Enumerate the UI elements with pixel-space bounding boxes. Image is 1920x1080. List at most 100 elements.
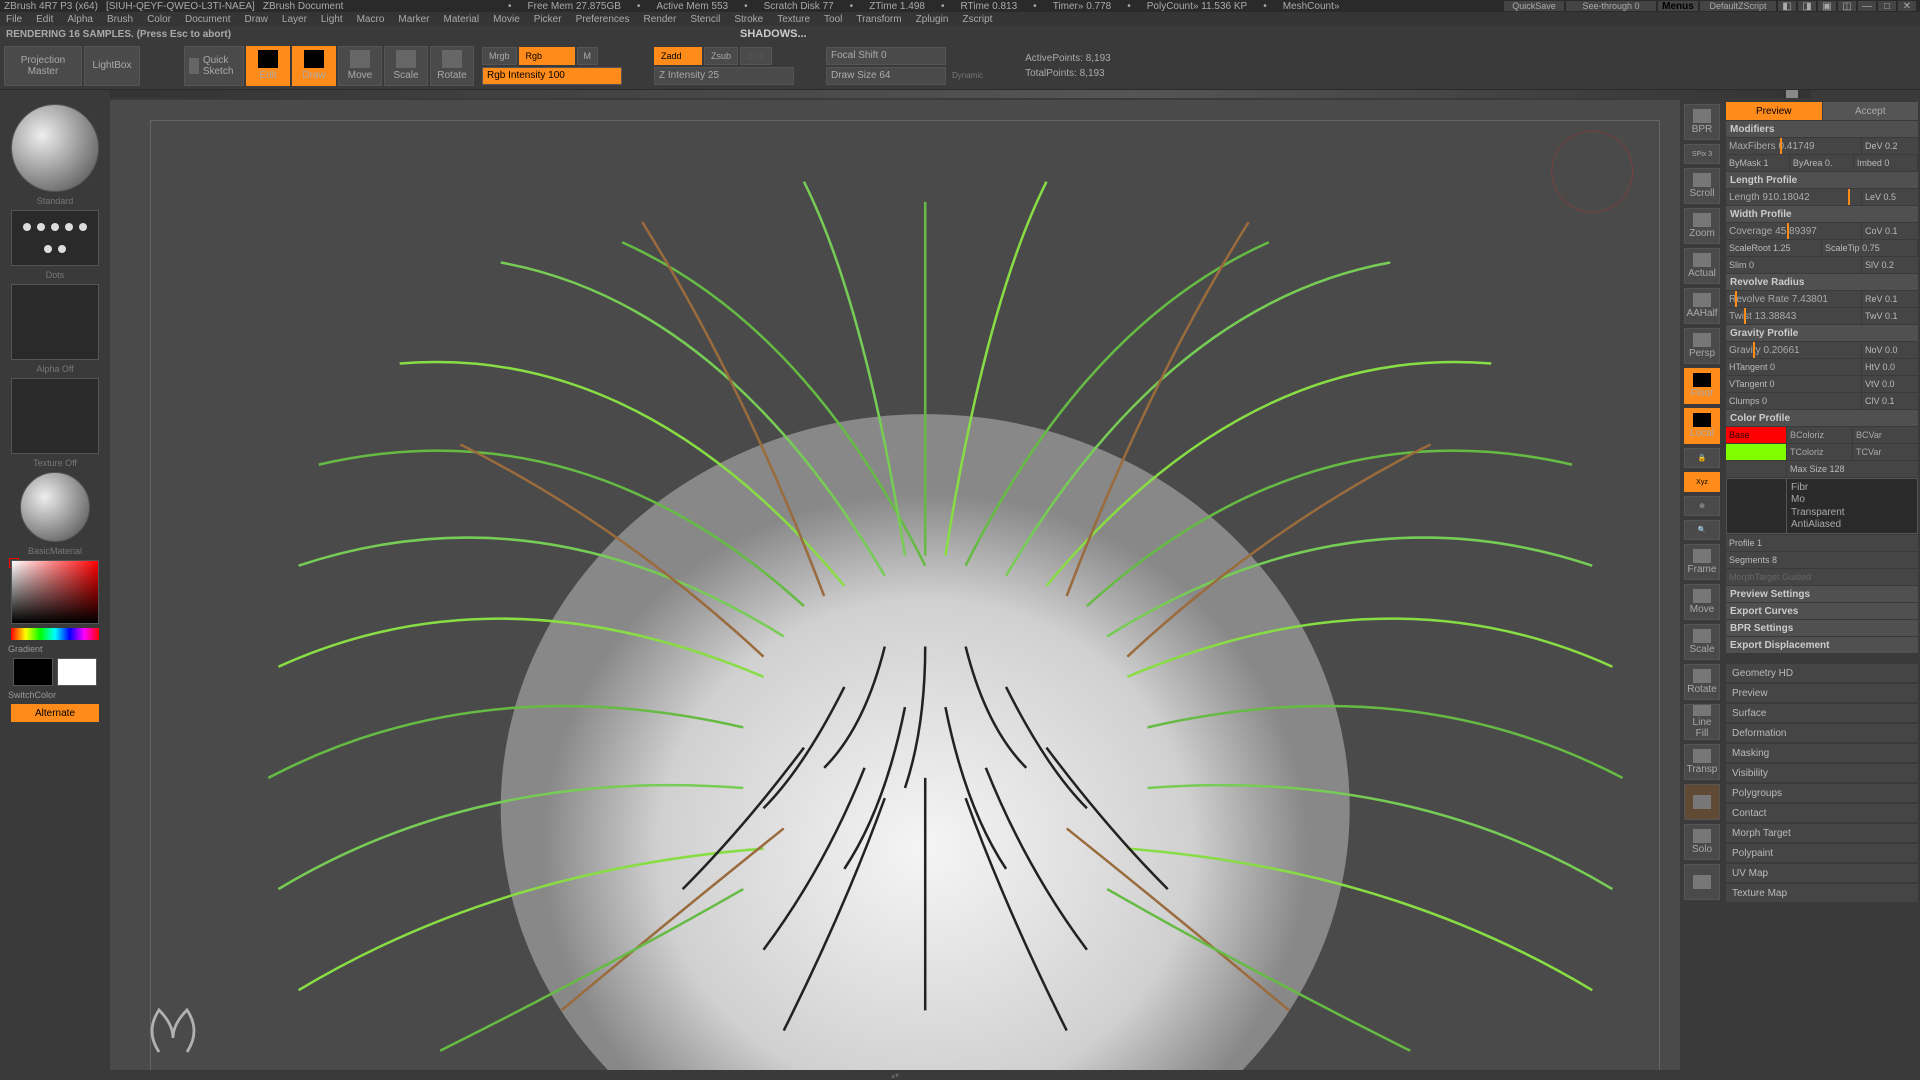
bprsettings-header[interactable]: BPR Settings bbox=[1726, 620, 1918, 636]
actual-button[interactable]: Actual bbox=[1684, 248, 1720, 284]
scroll-button[interactable]: Scroll bbox=[1684, 168, 1720, 204]
maximize-button[interactable]: □ bbox=[1878, 1, 1896, 11]
section-surface[interactable]: Surface bbox=[1726, 704, 1918, 722]
twv-slider[interactable]: TwV 0.1 bbox=[1862, 308, 1918, 324]
cov-slider[interactable]: CoV 0.1 bbox=[1862, 223, 1918, 239]
exportcurves-header[interactable]: Export Curves bbox=[1726, 603, 1918, 619]
mrgb-chip[interactable]: Mrgb bbox=[482, 47, 517, 65]
bpr-button[interactable]: BPR bbox=[1684, 104, 1720, 140]
slim-slider[interactable]: Slim 0 bbox=[1726, 257, 1861, 273]
exportdisp-header[interactable]: Export Displacement bbox=[1726, 637, 1918, 653]
coverage-slider[interactable]: Coverage 45.89397 bbox=[1726, 223, 1861, 239]
rgb-intensity-slider[interactable]: Rgb Intensity 100 bbox=[482, 67, 622, 85]
menu-render[interactable]: Render bbox=[644, 14, 677, 25]
solo-button[interactable]: Solo bbox=[1684, 824, 1720, 860]
local-button[interactable]: Local bbox=[1684, 408, 1720, 444]
menu-light[interactable]: Light bbox=[321, 14, 343, 25]
revolverate-slider[interactable]: Revolve Rate 7.43801 bbox=[1726, 291, 1861, 307]
section-masking[interactable]: Masking bbox=[1726, 744, 1918, 762]
tip-color[interactable] bbox=[1726, 444, 1786, 460]
menu-material[interactable]: Material bbox=[444, 14, 480, 25]
menu-alpha[interactable]: Alpha bbox=[67, 14, 93, 25]
dock-move-button[interactable]: Move bbox=[1684, 584, 1720, 620]
scale-button[interactable]: Scale bbox=[384, 46, 428, 86]
menu-movie[interactable]: Movie bbox=[493, 14, 520, 25]
zcut-chip[interactable]: Zcut bbox=[740, 47, 772, 65]
alternate-button[interactable]: Alternate bbox=[11, 704, 99, 722]
widthprofile-header[interactable]: Width Profile bbox=[1726, 206, 1918, 222]
timeline-bar[interactable] bbox=[110, 90, 1810, 98]
frame-button[interactable]: Frame bbox=[1684, 544, 1720, 580]
base-color[interactable]: Base bbox=[1726, 427, 1786, 443]
white-swatch[interactable] bbox=[57, 658, 97, 686]
zoom-button[interactable]: Zoom bbox=[1684, 208, 1720, 244]
draw-button[interactable]: Draw bbox=[292, 46, 336, 86]
dock-rotate-button[interactable]: Rotate bbox=[1684, 664, 1720, 700]
seethrough-slider[interactable]: See-through 0 bbox=[1566, 1, 1656, 11]
persp-button[interactable]: Persp bbox=[1684, 328, 1720, 364]
gravityprofile-header[interactable]: Gravity Profile bbox=[1726, 325, 1918, 341]
search-button[interactable]: 🔍 bbox=[1684, 520, 1720, 540]
spix-slider[interactable]: SPix 3 bbox=[1684, 144, 1720, 164]
colorprofile-header[interactable]: Color Profile bbox=[1726, 410, 1918, 426]
target-button[interactable]: ⊕ bbox=[1684, 496, 1720, 516]
transp-button[interactable]: Transp bbox=[1684, 744, 1720, 780]
minimize-button[interactable]: — bbox=[1858, 1, 1876, 11]
dev-slider[interactable]: DeV 0.2 bbox=[1862, 138, 1918, 154]
z-intensity-slider[interactable]: Z Intensity 25 bbox=[654, 67, 794, 85]
maxsize-slider[interactable]: Max Size 128 bbox=[1787, 461, 1918, 477]
bcvar-button[interactable]: BCVar bbox=[1853, 427, 1918, 443]
texture-swatch[interactable] bbox=[11, 378, 99, 454]
material-swatch[interactable] bbox=[20, 472, 90, 542]
tcoloriz-button[interactable]: TColoriz bbox=[1787, 444, 1852, 460]
scaletip-slider[interactable]: ScaleTip 0.75 bbox=[1822, 240, 1917, 256]
menu-picker[interactable]: Picker bbox=[534, 14, 562, 25]
zsub-chip[interactable]: Zsub bbox=[704, 47, 738, 65]
menu-layer[interactable]: Layer bbox=[282, 14, 307, 25]
lengthprofile-header[interactable]: Length Profile bbox=[1726, 172, 1918, 188]
vtangent-slider[interactable]: VTangent 0 bbox=[1726, 376, 1861, 392]
lev-slider[interactable]: LeV 0.5 bbox=[1862, 189, 1918, 205]
previewsettings-header[interactable]: Preview Settings bbox=[1726, 586, 1918, 602]
bottom-handle[interactable]: ▴▾ bbox=[110, 1070, 1680, 1080]
quicksave-button[interactable]: QuickSave bbox=[1504, 1, 1564, 11]
imbed-slider[interactable]: Imbed 0 bbox=[1854, 155, 1917, 171]
window-btn-4[interactable]: ◫ bbox=[1838, 1, 1856, 11]
slv-slider[interactable]: SlV 0.2 bbox=[1862, 257, 1918, 273]
window-btn-1[interactable]: ◧ bbox=[1778, 1, 1796, 11]
menu-tool[interactable]: Tool bbox=[824, 14, 842, 25]
menu-brush[interactable]: Brush bbox=[107, 14, 133, 25]
gravity-slider[interactable]: Gravity 0.20661 bbox=[1726, 342, 1861, 358]
morphtarget-button[interactable]: MorphTarget Guided bbox=[1726, 569, 1918, 585]
section-polypaint[interactable]: Polypaint bbox=[1726, 844, 1918, 862]
menu-preferences[interactable]: Preferences bbox=[576, 14, 630, 25]
menu-file[interactable]: File bbox=[6, 14, 22, 25]
section-uvmap[interactable]: UV Map bbox=[1726, 864, 1918, 882]
rev-slider[interactable]: ReV 0.1 bbox=[1862, 291, 1918, 307]
color-picker[interactable] bbox=[11, 560, 99, 624]
menus-button[interactable]: Menus bbox=[1658, 1, 1698, 11]
rgb-chip[interactable]: Rgb bbox=[519, 47, 575, 65]
nov-slider[interactable]: NoV 0.0 bbox=[1862, 342, 1918, 358]
menu-macro[interactable]: Macro bbox=[357, 14, 385, 25]
scaleroot-slider[interactable]: ScaleRoot 1.25 bbox=[1726, 240, 1821, 256]
section-deformation[interactable]: Deformation bbox=[1726, 724, 1918, 742]
lightbox-button[interactable]: LightBox bbox=[84, 46, 140, 86]
modifiers-header[interactable]: Modifiers bbox=[1726, 121, 1918, 137]
menu-color[interactable]: Color bbox=[147, 14, 171, 25]
polyframe-button[interactable] bbox=[1684, 864, 1720, 900]
projection-master-button[interactable]: Projection Master bbox=[4, 46, 82, 86]
xyz-button[interactable]: Xyz bbox=[1684, 472, 1720, 492]
stroke-swatch[interactable] bbox=[11, 210, 99, 266]
htangent-slider[interactable]: HTangent 0 bbox=[1726, 359, 1861, 375]
revolveradius-header[interactable]: Revolve Radius bbox=[1726, 274, 1918, 290]
window-btn-3[interactable]: ▣ bbox=[1818, 1, 1836, 11]
section-preview[interactable]: Preview bbox=[1726, 684, 1918, 702]
hue-bar[interactable] bbox=[11, 628, 99, 640]
bcoloriz-button[interactable]: BColoriz bbox=[1787, 427, 1852, 443]
segments-slider[interactable]: Segments 8 bbox=[1726, 552, 1918, 568]
menu-transform[interactable]: Transform bbox=[856, 14, 901, 25]
move-button[interactable]: Move bbox=[338, 46, 382, 86]
gradient-label[interactable]: Gradient bbox=[4, 644, 43, 654]
linefill-button[interactable]: Line Fill bbox=[1684, 704, 1720, 740]
